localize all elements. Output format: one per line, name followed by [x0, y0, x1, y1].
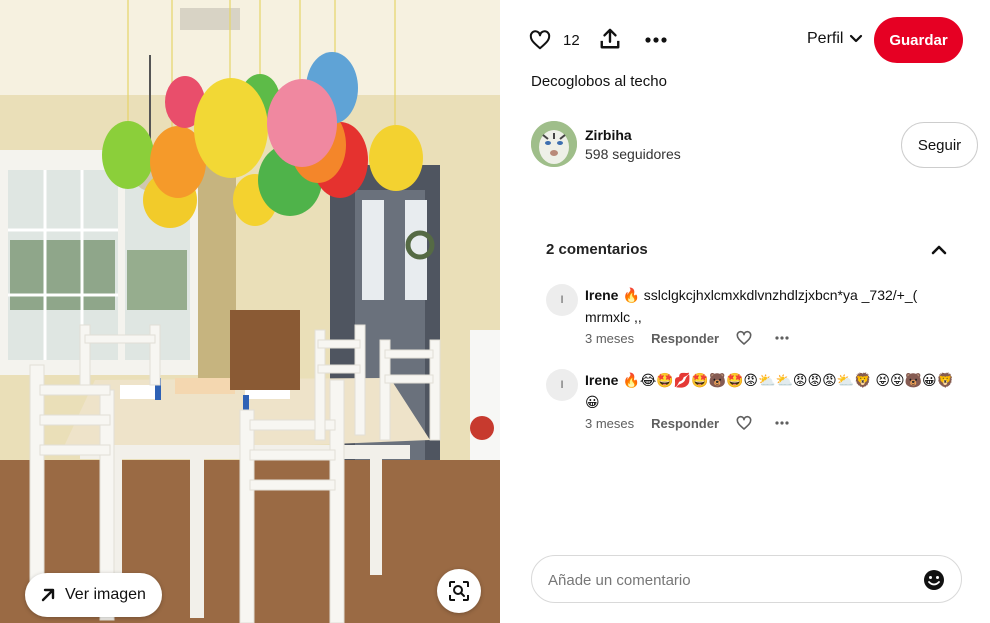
share-icon: [600, 28, 620, 49]
like-button[interactable]: [529, 29, 551, 51]
lens-search-icon: [449, 581, 469, 601]
comment-avatar[interactable]: I: [546, 284, 578, 316]
comment-author[interactable]: Irene: [585, 372, 618, 388]
tiger-avatar-image: [531, 121, 577, 167]
comment-composer: [531, 555, 962, 603]
author-avatar[interactable]: [531, 121, 577, 167]
smiley-icon: [924, 570, 944, 590]
comment-body: Irene 🔥😂🤩💋🤩🐻🤩😡⛅⛅😡😡😡⛅🦁 😝😝🐻😀🦁😀: [585, 369, 965, 413]
reply-button[interactable]: Responder: [651, 331, 719, 346]
ellipsis-icon: [645, 37, 667, 43]
comments-count-heading: 2 comentarios: [546, 241, 648, 258]
dining-room-photo: [0, 0, 500, 623]
ellipsis-icon[interactable]: [774, 330, 790, 346]
heart-icon[interactable]: [736, 415, 752, 431]
pin-title: Decoglobos al techo: [531, 73, 667, 90]
like-count: 12: [563, 32, 580, 49]
arrow-up-right-icon: [41, 588, 55, 602]
heart-icon[interactable]: [736, 330, 752, 346]
reply-button[interactable]: Responder: [651, 416, 719, 431]
save-button[interactable]: Guardar: [874, 17, 963, 63]
board-select-label: Perfil: [807, 30, 844, 47]
more-options-button[interactable]: [644, 30, 668, 50]
comment-time: 3 meses: [585, 330, 635, 346]
pin-toolbar: 12 Perfil Guardar: [500, 0, 990, 80]
visual-search-button[interactable]: [437, 569, 481, 613]
comment-text: 🔥😂🤩💋🤩🐻🤩😡⛅⛅😡😡😡⛅🦁 😝😝🐻😀🦁😀: [585, 372, 955, 410]
comment-text: 🔥 sslclgkcjhxlcmxkdlvnzhdlzjxbcn*ya _732…: [585, 287, 918, 325]
pin-details-panel: 12 Perfil Guardar Decoglobos al techo Zi…: [500, 0, 990, 623]
comment-author[interactable]: Irene: [585, 287, 618, 303]
comment-body: Irene 🔥 sslclgkcjhxlcmxkdlvnzhdlzjxbcn*ya…: [585, 284, 965, 328]
comment-meta: 3 meses Responder: [585, 330, 790, 346]
comment-meta: 3 meses Responder: [585, 415, 790, 431]
share-button[interactable]: [599, 28, 621, 50]
board-select[interactable]: Perfil: [807, 30, 863, 48]
view-image-button[interactable]: Ver imagen: [25, 573, 162, 617]
heart-icon: [529, 30, 551, 50]
author-name[interactable]: Zirbiha: [585, 127, 681, 143]
ellipsis-icon[interactable]: [774, 415, 790, 431]
follow-button[interactable]: Seguir: [901, 122, 978, 168]
collapse-comments-button[interactable]: [929, 240, 949, 260]
chevron-down-icon: [850, 34, 863, 43]
emoji-picker-button[interactable]: [923, 569, 945, 591]
chevron-up-icon: [931, 245, 947, 255]
pin-image[interactable]: Ver imagen: [0, 0, 500, 623]
author-block: Zirbiha 598 seguidores: [531, 121, 681, 167]
comment-avatar[interactable]: I: [546, 369, 578, 401]
comment-input[interactable]: [548, 568, 908, 592]
comment-time: 3 meses: [585, 415, 635, 431]
view-image-label: Ver imagen: [65, 586, 146, 603]
author-followers: 598 seguidores: [585, 145, 681, 162]
